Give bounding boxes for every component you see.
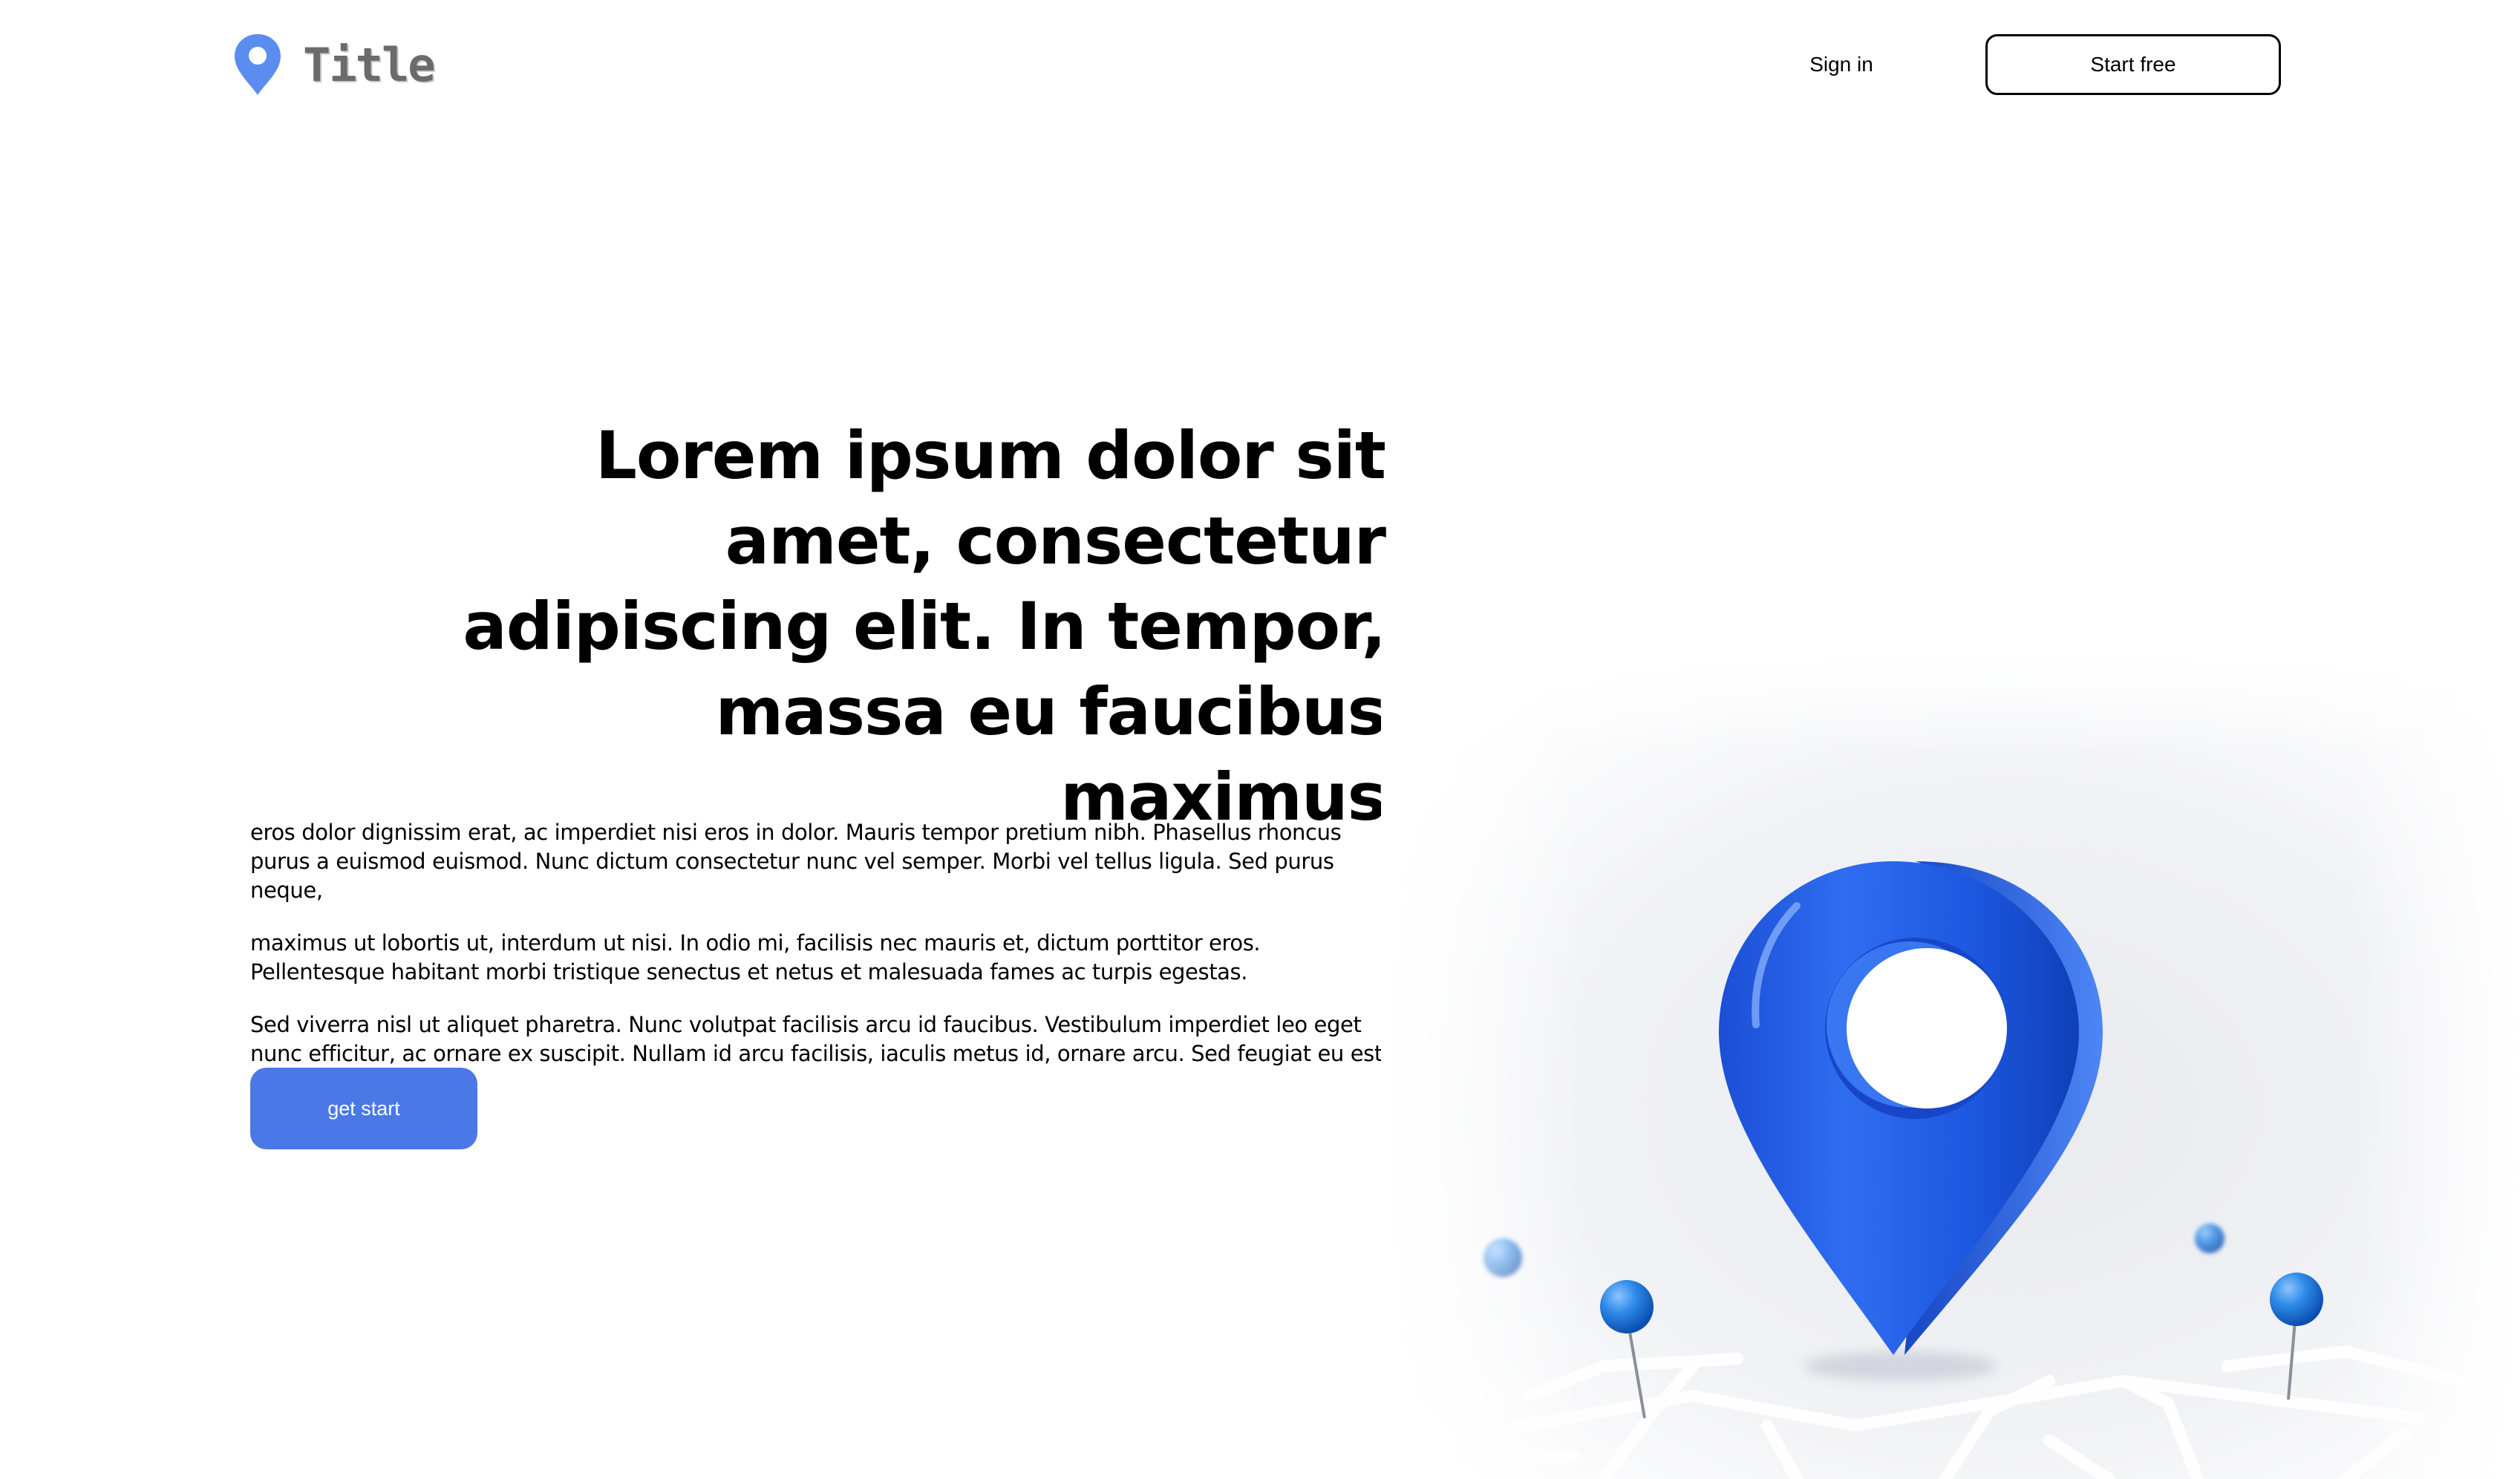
get-start-button[interactable]: get start	[250, 1068, 477, 1149]
hero-headline: Lorem ipsum dolor sit amet, consectetur …	[463, 417, 1386, 835]
sign-in-link[interactable]: Sign in	[1767, 48, 1916, 82]
brand-name: Title	[303, 37, 436, 92]
hero-paragraph: eros dolor dignissim erat, ac imperdiet …	[250, 820, 1342, 903]
map-pin-illustration	[1381, 653, 2520, 1479]
hero-paragraph: maximus ut lobortis ut, interdum ut nisi…	[250, 930, 1261, 985]
map-illustration-graphic	[1381, 653, 2520, 1479]
start-free-button[interactable]: Start free	[1985, 34, 2281, 95]
location-pin-icon	[235, 34, 281, 95]
brand-logo[interactable]: Title	[233, 31, 436, 98]
